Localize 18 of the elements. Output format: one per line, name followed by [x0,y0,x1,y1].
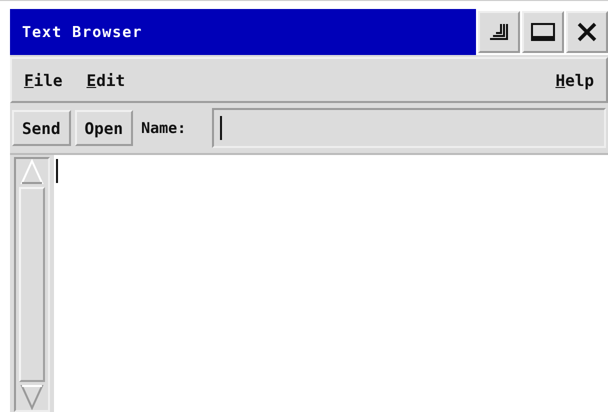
menu-item[interactable]: Help [555,70,594,90]
scroll-up-icon[interactable] [20,159,44,185]
restore-button[interactable] [478,11,520,53]
close-button[interactable] [566,11,608,53]
close-icon [576,21,598,43]
scroll-thumb[interactable] [19,187,45,382]
scrollbar[interactable] [14,157,50,412]
menu-item[interactable]: File [24,70,63,90]
toolbar-button[interactable]: Send [12,110,71,146]
menu-item[interactable]: Edit [86,70,126,90]
restore-icon [487,21,511,43]
name-label: Name: [141,119,186,137]
maximize-button[interactable] [522,11,564,53]
toolbar-button[interactable]: Open [74,110,134,146]
name-field[interactable] [212,108,606,148]
scroll-down-icon[interactable] [20,384,44,410]
maximize-icon [530,22,556,42]
window-title: Text Browser [21,23,142,41]
